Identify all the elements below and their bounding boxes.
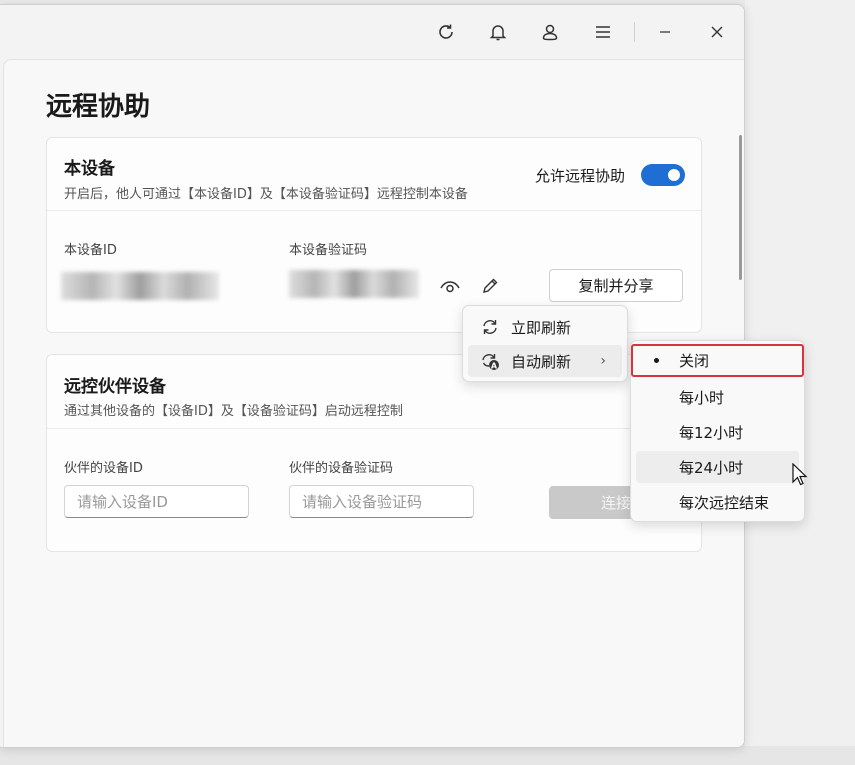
auto-refresh-icon: A [479,350,501,372]
submenu-item-off[interactable]: 关闭 [631,344,804,377]
submenu-item-after-session[interactable]: 每次远控结束 [636,486,799,518]
device-id-value-blurred [61,272,219,300]
bell-icon[interactable] [484,18,512,46]
submenu-item-label: 每次远控结束 [679,493,770,512]
desktop-background-bottom [0,746,855,765]
titlebar-separator [634,22,635,42]
title-bar [0,5,744,59]
menu-item-auto-refresh[interactable]: A 自动刷新 › [468,345,622,377]
svg-text:A: A [491,361,498,370]
refresh-icon [479,316,501,338]
menu-item-refresh-now[interactable]: 立即刷新 [468,311,622,343]
allow-remote-label: 允许远程协助 [535,167,626,185]
submenu-item-24-hours[interactable]: 每24小时 [636,451,799,483]
partner-code-label: 伙伴的设备验证码 [289,461,394,476]
this-device-title: 本设备 [64,159,115,179]
partner-device-card: 远控伙伴设备 通过其他设备的【设备ID】及【设备验证码】启动远程控制 伙伴的设备… [46,354,702,552]
partner-code-input[interactable]: 请输入设备验证码 [289,485,474,518]
context-menu: 立即刷新 A 自动刷新 › [462,305,628,382]
edit-icon[interactable] [477,273,503,299]
minimize-icon[interactable] [651,18,679,46]
submenu-item-label: 每12小时 [679,423,744,442]
partner-id-label: 伙伴的设备ID [64,461,143,476]
refresh-icon[interactable] [432,18,460,46]
close-icon[interactable] [703,18,731,46]
menu-item-label: 立即刷新 [511,318,572,337]
partner-device-title: 远控伙伴设备 [64,377,166,397]
partner-id-input[interactable]: 请输入设备ID [64,485,249,518]
eye-icon[interactable] [437,273,463,299]
page-title: 远程协助 [46,92,151,122]
menu-item-label: 自动刷新 [511,352,572,371]
submenu-item-label: 每24小时 [679,458,744,477]
device-id-label: 本设备ID [64,243,117,258]
submenu-item-label: 每小时 [679,388,725,407]
user-icon[interactable] [536,18,564,46]
card-divider [47,210,701,211]
scrollbar[interactable] [739,135,742,280]
card-divider [47,428,701,429]
submenu-item-label: 关闭 [679,352,710,370]
toggle-knob [668,169,680,181]
partner-device-description: 通过其他设备的【设备ID】及【设备验证码】启动远程控制 [64,404,403,419]
device-code-label: 本设备验证码 [289,243,368,258]
submenu-item-hourly[interactable]: 每小时 [636,381,799,413]
chevron-right-icon: › [600,353,606,369]
submenu-item-12-hours[interactable]: 每12小时 [636,416,799,448]
selected-bullet-icon [654,358,659,363]
this-device-description: 开启后，他人可通过【本设备ID】及【本设备验证码】远程控制本设备 [64,187,468,202]
auto-refresh-submenu: 关闭 每小时 每12小时 每24小时 每次远控结束 [630,340,805,522]
copy-share-button[interactable]: 复制并分享 [549,269,683,302]
allow-remote-toggle[interactable] [641,164,685,186]
mouse-cursor-icon [792,462,808,491]
menu-icon[interactable] [589,18,617,46]
this-device-card: 本设备 开启后，他人可通过【本设备ID】及【本设备验证码】远程控制本设备 允许远… [46,137,702,333]
device-code-value-blurred [289,270,419,298]
